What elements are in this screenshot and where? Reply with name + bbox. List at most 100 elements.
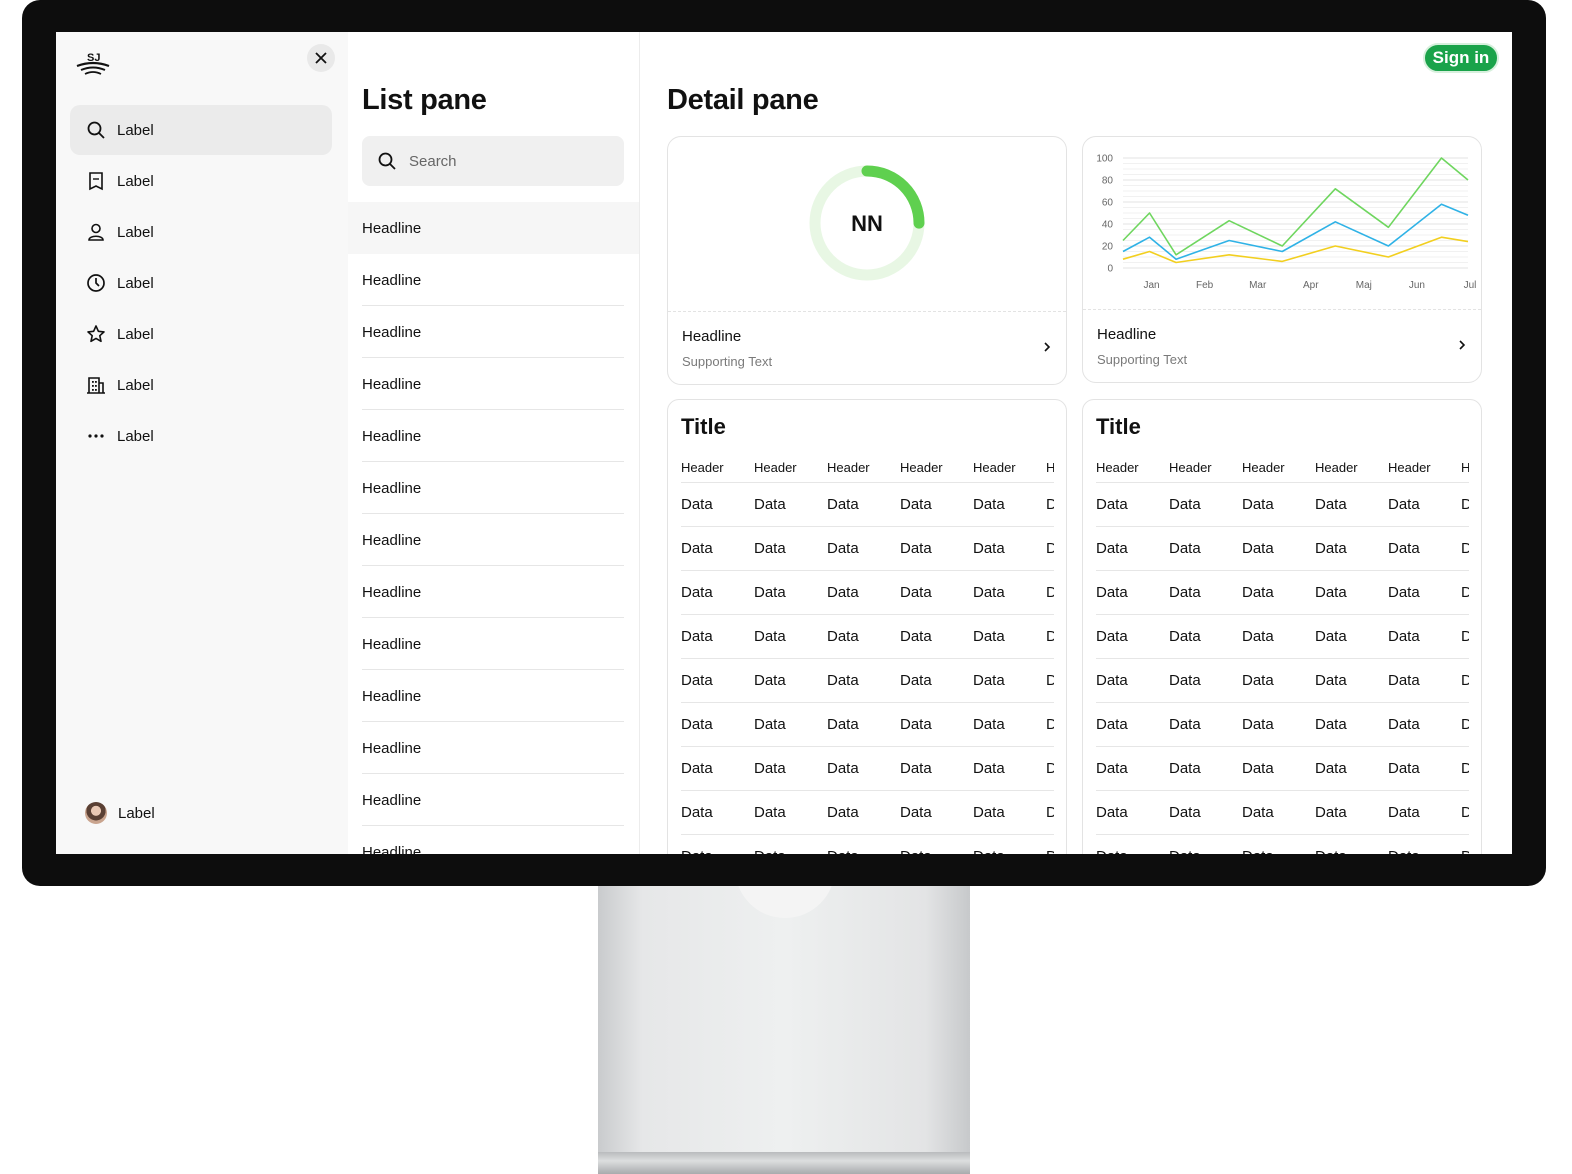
list-item[interactable]: Headline xyxy=(348,462,639,514)
table-row[interactable]: DataDataDataDataDataData xyxy=(1096,526,1469,571)
table-cell: Data xyxy=(754,658,827,703)
list-item[interactable]: Headline xyxy=(348,306,639,358)
gauge-card[interactable]: NN Headline Supporting Text xyxy=(667,136,1067,385)
table-cell: Data xyxy=(1046,570,1054,615)
table-row[interactable]: DataDataDataDataDataData xyxy=(681,570,1054,615)
table-row[interactable]: DataDataDataDataDataData xyxy=(1096,658,1469,703)
column-header[interactable]: Header xyxy=(754,452,827,483)
column-header[interactable]: Header xyxy=(681,452,754,483)
card-footer: Headline Supporting Text xyxy=(668,311,1066,384)
y-tick-label: 0 xyxy=(1107,264,1113,275)
close-drawer-button[interactable] xyxy=(307,44,335,72)
table-row[interactable]: DataDataDataDataDataData xyxy=(1096,482,1469,527)
nav-item-more[interactable]: Label xyxy=(70,411,332,461)
table-cell: Data xyxy=(1242,834,1315,854)
list-item[interactable]: Headline xyxy=(348,514,639,566)
table-row[interactable]: DataDataDataDataDataData xyxy=(681,746,1054,791)
list-item[interactable]: Headline xyxy=(348,826,639,855)
column-header[interactable]: Header xyxy=(1242,452,1315,483)
table-cell: Data xyxy=(1388,834,1461,854)
table-cell: Data xyxy=(1169,658,1242,703)
table-cell: Data xyxy=(900,658,973,703)
detail-pane: Detail pane Sign in NN Headline Supporti… xyxy=(639,32,1512,854)
nav-item-company[interactable]: Label xyxy=(70,360,332,410)
table-cell: Data xyxy=(973,614,1046,659)
column-header[interactable]: Header xyxy=(1315,452,1388,483)
table-row[interactable]: DataDataDataDataDataData xyxy=(1096,614,1469,659)
table-cell: Data xyxy=(1315,614,1388,659)
list-item[interactable]: Headline xyxy=(348,566,639,618)
column-header[interactable]: Header xyxy=(900,452,973,483)
table-cell: Data xyxy=(1461,658,1469,703)
column-header[interactable]: Header xyxy=(1046,452,1054,483)
list-item-headline: Headline xyxy=(362,687,422,705)
table-row[interactable]: DataDataDataDataDataData xyxy=(1096,570,1469,615)
table-cell: Data xyxy=(973,834,1046,854)
table-row[interactable]: DataDataDataDataDataData xyxy=(1096,834,1469,854)
table-row[interactable]: DataDataDataDataDataData xyxy=(681,482,1054,527)
sign-in-button[interactable]: Sign in xyxy=(1423,43,1499,73)
table-row[interactable]: DataDataDataDataDataData xyxy=(1096,746,1469,791)
table-cell: Data xyxy=(900,790,973,835)
list-item[interactable]: Headline xyxy=(348,618,639,670)
table-cell: Data xyxy=(1169,834,1242,854)
table-cell: Data xyxy=(1242,746,1315,791)
table-cell: Data xyxy=(681,702,754,747)
table-cell: Data xyxy=(1046,614,1054,659)
table-cell: Data xyxy=(900,702,973,747)
table-row[interactable]: DataDataDataDataDataData xyxy=(681,834,1054,854)
table-cell: Data xyxy=(1096,746,1169,791)
table-cell: Data xyxy=(827,658,900,703)
list-pane: List pane Search Headline Headline Headlin… xyxy=(348,32,640,854)
table-cell: Data xyxy=(827,482,900,527)
list-item[interactable]: Headline xyxy=(348,410,639,462)
nav-item-tickets[interactable]: Label xyxy=(70,156,332,206)
column-header[interactable]: Header xyxy=(1096,452,1169,483)
table-cell: Data xyxy=(827,570,900,615)
table-cell: Data xyxy=(681,570,754,615)
nav-item-history[interactable]: Label xyxy=(70,258,332,308)
table-row[interactable]: DataDataDataDataDataData xyxy=(681,614,1054,659)
table-row[interactable]: DataDataDataDataDataData xyxy=(681,790,1054,835)
column-header[interactable]: Header xyxy=(827,452,900,483)
column-header[interactable]: Header xyxy=(1461,452,1469,483)
list-item[interactable]: Headline xyxy=(348,358,639,410)
nav-item-favorites[interactable]: Label xyxy=(70,309,332,359)
table-cell: Data xyxy=(754,790,827,835)
list-item-headline: Headline xyxy=(362,739,422,757)
chart-card[interactable]: 0 20 40 60 80 100 Jan Feb Mar Apr Maj Jun Jul Headli… xyxy=(1082,136,1482,383)
table-cell: Data xyxy=(900,834,973,854)
list-item[interactable]: Headline xyxy=(348,722,639,774)
table-cell: Data xyxy=(681,614,754,659)
building-icon xyxy=(86,375,106,395)
table-cell: Data xyxy=(1388,658,1461,703)
list-item[interactable]: Headline xyxy=(348,202,639,254)
column-header[interactable]: Header xyxy=(973,452,1046,483)
table-row[interactable]: DataDataDataDataDataData xyxy=(681,702,1054,747)
gauge-center-text: NN xyxy=(851,211,883,236)
column-header[interactable]: Header xyxy=(1388,452,1461,483)
table-cell: Data xyxy=(1242,482,1315,527)
column-header[interactable]: Header xyxy=(1169,452,1242,483)
table-row[interactable]: DataDataDataDataDataData xyxy=(1096,702,1469,747)
progress-gauge: NN xyxy=(809,165,925,281)
monitor-base xyxy=(598,1152,970,1174)
search-input[interactable]: Search xyxy=(362,136,624,186)
table-cell: Data xyxy=(681,746,754,791)
table-cell: Data xyxy=(754,702,827,747)
list-item[interactable]: Headline xyxy=(348,670,639,722)
table-cell: Data xyxy=(1046,482,1054,527)
list-item-headline: Headline xyxy=(362,479,422,497)
table-cell: Data xyxy=(973,658,1046,703)
table-row[interactable]: DataDataDataDataDataData xyxy=(681,526,1054,571)
table-row[interactable]: DataDataDataDataDataData xyxy=(1096,790,1469,835)
list-item-headline: Headline xyxy=(362,427,422,445)
table-cell: Data xyxy=(754,526,827,571)
list-item[interactable]: Headline xyxy=(348,254,639,306)
nav-item-search[interactable]: Label xyxy=(70,105,332,155)
card-headline: Headline xyxy=(1097,326,1157,343)
list-item[interactable]: Headline xyxy=(348,774,639,826)
nav-item-account[interactable]: Label xyxy=(70,788,332,838)
table-row[interactable]: DataDataDataDataDataData xyxy=(681,658,1054,703)
nav-item-profile[interactable]: Label xyxy=(70,207,332,257)
